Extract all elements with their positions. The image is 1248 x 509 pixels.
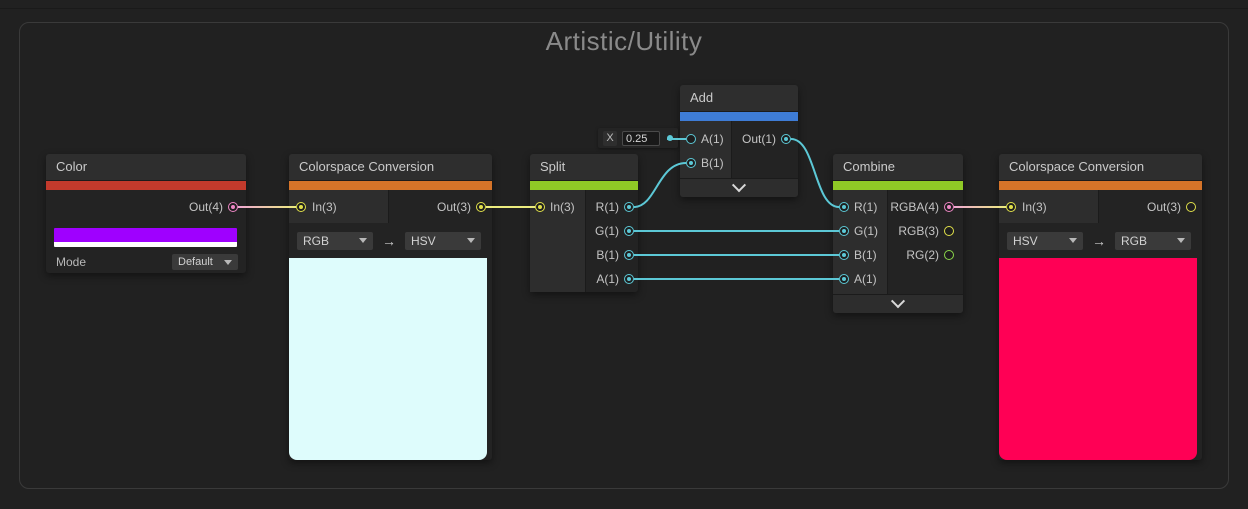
node-preview xyxy=(999,258,1197,460)
port-colorspace-left-in[interactable] xyxy=(296,201,306,212)
port-combine-rgba[interactable] xyxy=(944,202,954,212)
port-label-split-b: B(1) xyxy=(596,248,619,262)
port-label-add-out: Out(1) xyxy=(741,132,776,146)
colorspace-from-value-right: HSV xyxy=(1013,233,1038,248)
x-value-field[interactable]: 0.25 xyxy=(622,130,660,146)
colorspace-to-dropdown-right[interactable]: RGB xyxy=(1115,231,1191,250)
port-colorspace-right-out[interactable] xyxy=(1186,201,1196,212)
port-split-in[interactable] xyxy=(535,202,545,212)
port-add-out[interactable] xyxy=(781,134,791,144)
node-split-title[interactable]: Split xyxy=(530,154,638,181)
node-combine-title[interactable]: Combine xyxy=(833,154,963,181)
color-swatch-value xyxy=(54,228,237,242)
default-value-connector-dot xyxy=(667,135,673,141)
color-swatch-alpha-strip xyxy=(54,242,237,247)
node-colorspace-left-title[interactable]: Colorspace Conversion xyxy=(289,154,492,181)
port-label-combine-rgb: RGB(3) xyxy=(898,224,939,238)
colorspace-to-value-right: RGB xyxy=(1121,233,1148,248)
chevron-down-icon xyxy=(1069,238,1077,243)
x-component-label: X xyxy=(603,130,617,146)
node-color-accent-bar xyxy=(46,181,246,190)
node-colorspace-conversion-left[interactable]: Colorspace Conversion In(3) Out(3) RGB →… xyxy=(289,154,492,460)
chevron-down-icon xyxy=(467,238,475,243)
port-label-combine-rg: RG(2) xyxy=(906,248,939,262)
port-combine-b[interactable] xyxy=(839,250,849,260)
port-label-out3: Out(3) xyxy=(436,199,471,214)
port-label-in3: In(3) xyxy=(312,199,337,214)
colorspace-to-dropdown[interactable]: HSV xyxy=(405,231,481,250)
mode-label: Mode xyxy=(56,255,87,269)
colorspace-to-value: HSV xyxy=(411,233,436,248)
port-colorspace-right-in[interactable] xyxy=(1006,201,1016,212)
port-label-split-a: A(1) xyxy=(596,272,619,286)
node-combine[interactable]: Combine R(1) G(1) B(1) A(1) RGBA(4) RGB(… xyxy=(833,154,963,313)
port-split-g[interactable] xyxy=(624,226,634,236)
arrow-right-icon: → xyxy=(1092,232,1106,249)
colorspace-from-value: RGB xyxy=(303,233,330,248)
node-color-title[interactable]: Color xyxy=(46,154,246,181)
node-colorspace-right-accent-bar xyxy=(999,181,1202,190)
node-add[interactable]: Add A(1) B(1) Out(1) xyxy=(680,85,798,197)
port-label-combine-r: R(1) xyxy=(854,200,878,214)
port-colorspace-left-out[interactable] xyxy=(476,201,486,212)
node-color[interactable]: Color Out(4) Mode Default xyxy=(46,154,246,273)
mode-dropdown-value: Default xyxy=(178,256,213,268)
port-label-add-b: B(1) xyxy=(701,156,724,170)
window-top-divider xyxy=(0,8,1248,9)
port-label-combine-b: B(1) xyxy=(854,248,877,262)
node-preview xyxy=(289,258,487,460)
port-label-in3-right: In(3) xyxy=(1022,199,1047,214)
port-combine-rg[interactable] xyxy=(944,250,954,260)
node-combine-accent-bar xyxy=(833,181,963,190)
port-combine-g[interactable] xyxy=(839,226,849,236)
port-split-a[interactable] xyxy=(624,274,634,284)
port-label-split-g: G(1) xyxy=(595,224,619,238)
port-label-split-in: In(3) xyxy=(550,200,575,214)
port-label-out4: Out(4) xyxy=(188,199,223,214)
port-add-a[interactable] xyxy=(686,134,696,144)
port-color-out[interactable] xyxy=(228,201,238,212)
port-split-r[interactable] xyxy=(624,202,634,212)
port-combine-r[interactable] xyxy=(839,202,849,212)
node-split-accent-bar xyxy=(530,181,638,190)
add-a-default-value-widget: X 0.25 xyxy=(598,128,678,148)
mode-dropdown[interactable]: Default xyxy=(172,254,238,270)
node-add-accent-bar xyxy=(680,112,798,121)
port-label-combine-g: G(1) xyxy=(854,224,878,238)
node-combine-collapse-button[interactable] xyxy=(833,294,963,313)
node-add-collapse-button[interactable] xyxy=(680,178,798,197)
chevron-down-icon xyxy=(359,238,367,243)
chevron-down-icon xyxy=(224,259,232,265)
port-combine-rgb[interactable] xyxy=(944,226,954,236)
port-label-combine-rgba: RGBA(4) xyxy=(890,200,939,214)
port-label-add-a: A(1) xyxy=(701,132,724,146)
node-colorspace-left-accent-bar xyxy=(289,181,492,190)
node-colorspace-right-title[interactable]: Colorspace Conversion xyxy=(999,154,1202,181)
chevron-down-icon xyxy=(890,294,906,309)
port-label-split-r: R(1) xyxy=(595,200,619,214)
chevron-down-icon xyxy=(1177,238,1185,243)
color-swatch-field[interactable] xyxy=(54,228,237,247)
graph-title: Artistic/Utility xyxy=(545,26,703,56)
node-colorspace-conversion-right[interactable]: Colorspace Conversion In(3) Out(3) HSV →… xyxy=(999,154,1202,460)
port-split-b[interactable] xyxy=(624,250,634,260)
port-combine-a[interactable] xyxy=(839,274,849,284)
node-add-title[interactable]: Add xyxy=(680,85,798,112)
colorspace-from-dropdown[interactable]: RGB xyxy=(297,231,373,250)
colorspace-from-dropdown-right[interactable]: HSV xyxy=(1007,231,1083,250)
node-split[interactable]: Split In(3) R(1) G(1) B(1) A(1) xyxy=(530,154,638,292)
port-label-out3-right: Out(3) xyxy=(1146,199,1181,214)
port-add-b[interactable] xyxy=(686,158,696,168)
arrow-right-icon: → xyxy=(382,232,396,249)
chevron-down-icon xyxy=(731,178,747,193)
port-label-combine-a: A(1) xyxy=(854,272,877,286)
